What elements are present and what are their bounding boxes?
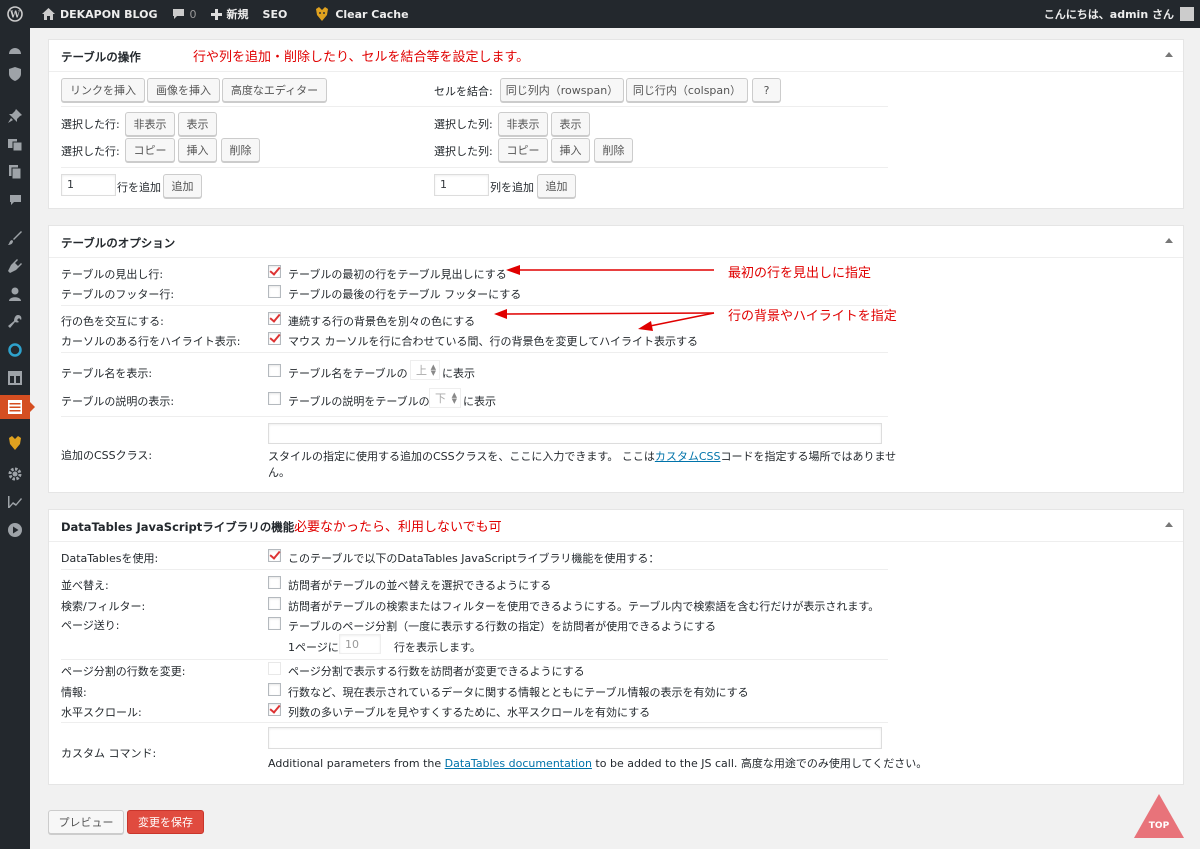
- background-highlight-annotation: 行の背景やハイライトを指定: [728, 309, 897, 324]
- top-label: TOP: [1149, 821, 1170, 831]
- save-changes-button[interactable]: 変更を保存: [127, 810, 204, 834]
- arrow-row-hover: [638, 312, 715, 331]
- arrow-alternating-colors: [494, 309, 715, 319]
- header-row-annotation: 最初の行を見出しに指定: [728, 266, 872, 281]
- annotation-arrows: [494, 265, 715, 331]
- preview-button[interactable]: プレビュー: [48, 810, 124, 834]
- arrow-header-row: [506, 265, 714, 275]
- back-to-top-button[interactable]: TOP: [1134, 794, 1184, 838]
